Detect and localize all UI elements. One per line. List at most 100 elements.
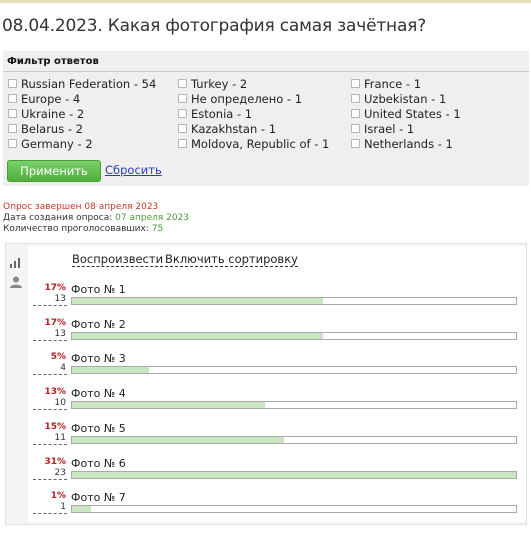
created-date: 07 апреля 2023	[115, 213, 190, 223]
filter-option[interactable]: Ukraine - 2	[8, 106, 84, 121]
result-bar-track	[71, 435, 517, 444]
poll-finished-info: Опрос завершен 08 апреля 2023	[3, 202, 158, 212]
filter-option-label: Estonia - 1	[191, 106, 253, 121]
dotted-divider	[33, 513, 67, 515]
play-button[interactable]: Воспроизвести	[72, 253, 164, 267]
result-bar-track	[71, 401, 517, 410]
result-percent: 15%	[44, 421, 66, 432]
results-area: Воспроизвести Включить сортировку 17% 13 Ф…	[28, 246, 526, 522]
user-icon[interactable]	[10, 273, 22, 292]
result-bar-fill	[72, 332, 323, 339]
checkbox[interactable]	[8, 79, 17, 88]
finished-label: Опрос завершен	[3, 202, 82, 212]
result-percent: 13%	[44, 387, 66, 398]
page-title: 08.04.2023. Какая фотография самая зачёт…	[2, 16, 427, 36]
checkbox[interactable]	[8, 109, 17, 118]
results-panel: Воспроизвести Включить сортировку 17% 13 Ф…	[5, 243, 527, 525]
filter-title: Фильтр ответов	[7, 56, 99, 67]
poll-created-info: Дата создания опроса: 07 апреля 2023	[3, 213, 189, 223]
result-bar-fill	[72, 471, 516, 478]
result-row: 17% 13 Фото № 2	[33, 318, 523, 352]
filter-option-label: Не определено - 1	[191, 91, 303, 106]
result-bar-fill	[72, 506, 91, 513]
bar-chart-icon[interactable]	[10, 253, 21, 272]
filter-option[interactable]: United States - 1	[351, 106, 461, 121]
dotted-divider	[33, 374, 67, 376]
dotted-divider	[33, 443, 67, 445]
checkbox[interactable]	[8, 124, 17, 133]
result-row: 15% 11 Фото № 5	[33, 422, 523, 456]
filter-option-label: Ukraine - 2	[21, 106, 85, 121]
filter-option[interactable]: Turkey - 2	[178, 76, 247, 91]
result-label: Фото № 1	[71, 283, 126, 296]
filter-option-label: United States - 1	[364, 106, 461, 121]
filter-option-label: Moldova, Republic of - 1	[191, 136, 330, 151]
filter-option-label: Germany - 2	[21, 136, 93, 151]
result-label: Фото № 6	[71, 456, 126, 470]
filter-options: Russian Federation - 54 Europe - 4 Ukraine…	[8, 76, 528, 156]
filter-option[interactable]: Kazakhstan - 1	[178, 121, 276, 136]
filter-panel: Фильтр ответов Russian Federation - 54 Eu…	[3, 51, 529, 186]
voters-count: 75	[151, 224, 164, 234]
filter-option-label: France - 1	[364, 76, 422, 91]
filter-option[interactable]: Estonia - 1	[178, 106, 252, 121]
result-percent: 31%	[44, 456, 66, 467]
result-count: 11	[54, 432, 66, 443]
filter-option[interactable]: Europe - 4	[8, 91, 80, 106]
result-label: Фото № 5	[71, 421, 126, 435]
filter-option-label: Israel - 1	[364, 121, 415, 136]
checkbox[interactable]	[178, 94, 187, 103]
checkbox[interactable]	[351, 94, 360, 103]
result-count: 23	[54, 467, 66, 478]
checkbox[interactable]	[8, 94, 17, 103]
result-count: 13	[54, 328, 66, 339]
checkbox[interactable]	[178, 79, 187, 88]
sort-toggle-button[interactable]: Включить сортировку	[165, 253, 298, 267]
filter-option[interactable]: Moldova, Republic of - 1	[178, 136, 329, 151]
checkbox[interactable]	[351, 139, 360, 148]
filter-option[interactable]: Germany - 2	[8, 136, 93, 151]
reset-link[interactable]: Сбросить	[105, 163, 162, 177]
checkbox[interactable]	[351, 124, 360, 133]
created-label: Дата создания опроса:	[3, 213, 113, 223]
voters-info: Количество проголосовавших: 75	[3, 224, 163, 234]
result-bar-fill	[72, 402, 265, 409]
dotted-divider	[33, 339, 67, 341]
filter-option[interactable]: Uzbekistan - 1	[351, 91, 446, 106]
filter-option-label: Kazakhstan - 1	[191, 121, 277, 136]
filter-option[interactable]: Russian Federation - 54	[8, 76, 156, 91]
apply-button[interactable]: Применить	[7, 160, 101, 182]
result-bar-fill	[72, 298, 323, 304]
filter-option[interactable]: Israel - 1	[351, 121, 414, 136]
result-count: 4	[60, 363, 66, 374]
result-count: 13	[54, 294, 66, 304]
filter-option[interactable]: Belarus - 2	[8, 121, 83, 136]
voters-label: Количество проголосовавших:	[3, 224, 149, 234]
result-bar-track	[71, 505, 517, 514]
checkbox[interactable]	[351, 109, 360, 118]
result-row: 17% 13 Фото № 1	[33, 283, 523, 317]
filter-option[interactable]: Не определено - 1	[178, 91, 302, 106]
result-bar-track	[71, 470, 517, 479]
filter-option[interactable]: France - 1	[351, 76, 421, 91]
result-count: 1	[60, 502, 66, 513]
filter-option[interactable]: Netherlands - 1	[351, 136, 453, 151]
dotted-divider	[33, 305, 67, 306]
result-bar-track	[71, 297, 517, 305]
checkbox[interactable]	[178, 109, 187, 118]
checkbox[interactable]	[178, 124, 187, 133]
dotted-divider	[33, 409, 67, 411]
result-label: Фото № 7	[71, 491, 126, 505]
filter-option-label: Netherlands - 1	[364, 136, 453, 151]
filter-option-label: Belarus - 2	[21, 121, 83, 136]
dotted-divider	[33, 478, 67, 480]
result-row: 31% 23 Фото № 6	[33, 457, 523, 491]
result-row: 5% 4 Фото № 3	[33, 352, 523, 386]
filter-option-label: Europe - 4	[21, 91, 81, 106]
checkbox[interactable]	[178, 139, 187, 148]
filter-option-label: Turkey - 2	[191, 76, 248, 91]
checkbox[interactable]	[8, 139, 17, 148]
result-label: Фото № 4	[71, 387, 126, 401]
checkbox[interactable]	[351, 79, 360, 88]
result-bar-track	[71, 366, 517, 375]
